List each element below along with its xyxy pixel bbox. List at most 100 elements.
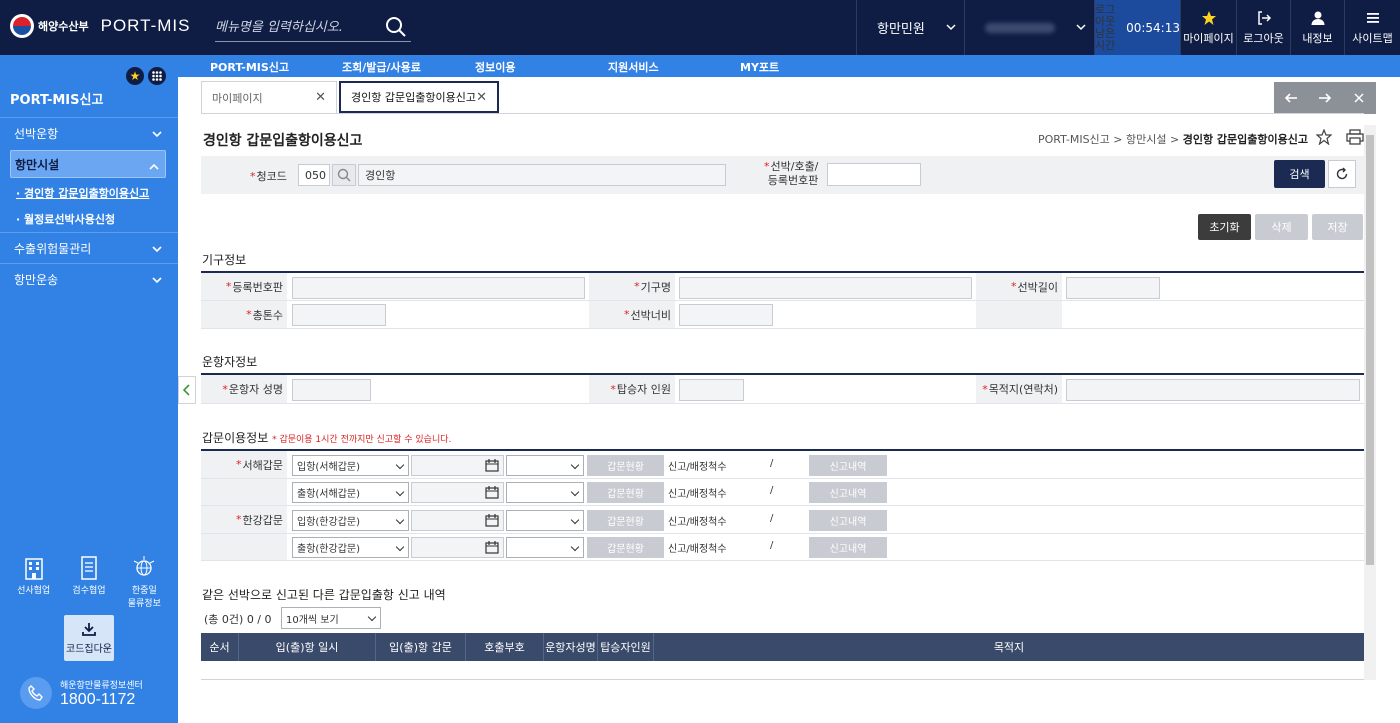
gate-time-select[interactable] [506, 510, 584, 531]
save-button[interactable]: 저장 [1312, 214, 1363, 240]
gate-time-select[interactable] [506, 455, 584, 476]
gate-time-select[interactable] [506, 537, 584, 558]
gnb-item-support[interactable]: 지원서비스 [608, 59, 659, 75]
tab-close-all-button[interactable] [1342, 82, 1376, 114]
office-search-button[interactable] [332, 164, 356, 186]
menu-search-input[interactable] [215, 20, 380, 35]
delete-button[interactable]: 삭제 [1255, 214, 1308, 240]
sidebar-subitem-monthly-fee[interactable]: · 월정료선박사용신청 [0, 206, 178, 232]
gate-type-select[interactable]: 출항(서해갑문) [292, 482, 409, 503]
report-history-button[interactable]: 신고내역 [809, 455, 887, 476]
col-operator[interactable]: 운항자성명 [544, 633, 598, 661]
gnb-item-myport[interactable]: MY포트 [740, 59, 779, 75]
col-order[interactable]: 순서 [201, 633, 239, 661]
sidebar-item-port-facility[interactable]: 항만시설 [10, 150, 166, 178]
gnb-item-info[interactable]: 정보이용 [475, 59, 515, 75]
scrollbar[interactable] [1364, 125, 1376, 680]
document-icon [81, 556, 97, 580]
quick-inspection-collab[interactable]: 검수협업 [64, 555, 114, 609]
gate-status-button[interactable]: 갑문현황 [587, 510, 664, 531]
col-destination[interactable]: 목적지 [654, 633, 1364, 661]
chevron-down-icon [1076, 24, 1086, 31]
operator-name-input[interactable] [292, 379, 371, 401]
code-download-button[interactable]: 코드집다운 [64, 615, 114, 661]
calendar-icon[interactable] [485, 540, 499, 554]
scrollbar-thumb[interactable] [1366, 135, 1374, 565]
sidebar-subitem-gate-report[interactable]: · 경인항 갑문입출항이용신고 [0, 180, 178, 206]
breadcrumb: PORT-MIS신고 > 항만시설 > 경인항 갑문입출항이용신고 [1038, 133, 1308, 146]
report-history-button[interactable]: 신고내역 [809, 482, 887, 503]
logout-button[interactable]: 로그아웃 [1236, 0, 1290, 55]
tab-mypage[interactable]: 마이페이지 ✕ [201, 81, 337, 113]
quick-shipping-collab[interactable]: 선사협업 [9, 555, 59, 609]
sidebar-title: PORT-MIS신고 [10, 93, 104, 108]
search-icon[interactable] [385, 16, 407, 38]
sidebar-collapse-button[interactable] [178, 376, 196, 404]
tab-prev-button[interactable] [1274, 82, 1308, 114]
service-select[interactable]: 항만민원 [856, 0, 964, 55]
table-bottom-line [201, 679, 1364, 680]
logo[interactable]: 해양수산부 PORT-MIS [10, 14, 190, 38]
col-passengers[interactable]: 탑승자인원 [598, 633, 654, 661]
office-code-input[interactable]: 050 [298, 164, 330, 186]
field-label-empty [201, 479, 287, 505]
logout-timer[interactable]: 로그아웃 남은시간 00:54:13 [1094, 0, 1180, 55]
close-icon[interactable]: ✕ [315, 90, 326, 105]
refresh-button[interactable] [1328, 160, 1356, 188]
gate-type-select[interactable]: 입항(서해갑문) [292, 455, 409, 476]
destination-input[interactable] [1066, 379, 1360, 401]
ship-number-label: *선박/호출/ 등록번호판 [764, 160, 819, 187]
calendar-icon[interactable] [485, 513, 499, 527]
sidebar-item-port-transport[interactable]: 항만운송 [0, 263, 178, 294]
close-icon [1354, 93, 1364, 103]
menu-search [215, 14, 411, 42]
favorite-star-icon[interactable]: ★ [126, 67, 144, 85]
calendar-icon[interactable] [485, 485, 499, 499]
field-label: * 선박너비 [589, 301, 675, 328]
user-select[interactable] [964, 0, 1094, 55]
gnb-item-portmis-report[interactable]: PORT-MIS신고 [210, 59, 289, 75]
field-label: * 총톤수 [201, 301, 287, 328]
close-icon[interactable]: ✕ [476, 90, 487, 105]
sidebar: ★ PORT-MIS신고 선박운항 항만시설 · 경인항 갑문입출항이용신고 ·… [0, 55, 178, 723]
report-count-slash: / [770, 485, 774, 496]
tab-gate-report[interactable]: 경인항 갑문입출항이용신고 ✕ [339, 81, 499, 113]
gate-type-select[interactable]: 입항(한강갑문) [292, 510, 409, 531]
gnb-item-inquiry[interactable]: 조회/발급/사용료 [342, 59, 421, 75]
user-select-value [985, 22, 1055, 33]
sidebar-item-dangerous-goods[interactable]: 수출위험물관리 [0, 232, 178, 263]
report-history-button[interactable]: 신고내역 [809, 537, 887, 558]
apps-grid-icon[interactable] [148, 67, 166, 85]
logout-timer-value: 00:54:13 [1126, 20, 1180, 35]
col-datetime[interactable]: 입(출)항 일시 [239, 633, 376, 661]
page-title: 경인항 갑문입출항이용신고 [203, 133, 363, 149]
report-count-slash: / [770, 513, 774, 524]
reset-button[interactable]: 초기화 [1198, 214, 1251, 240]
service-select-value: 항만민원 [877, 22, 925, 37]
search-button[interactable]: 검색 [1274, 160, 1325, 188]
gate-type-select[interactable]: 출항(한강갑문) [292, 537, 409, 558]
sitemap-button[interactable]: 사이트맵 [1344, 0, 1400, 55]
col-callsign[interactable]: 호출부호 [466, 633, 544, 661]
col-gate[interactable]: 입(출)항 갑문 [376, 633, 466, 661]
myinfo-button[interactable]: 내정보 [1290, 0, 1344, 55]
quick-cjk-logistics[interactable]: 한중일 물류정보 [119, 555, 169, 609]
calendar-icon[interactable] [485, 458, 499, 472]
office-name-field: 경인항 [358, 164, 726, 186]
sidebar-item-ship-operation[interactable]: 선박운항 [0, 117, 178, 148]
tab-next-button[interactable] [1308, 82, 1342, 114]
gate-status-button[interactable]: 갑문현황 [587, 455, 664, 476]
passenger-count-input[interactable] [679, 379, 744, 401]
gate-status-button[interactable]: 갑문현황 [587, 537, 664, 558]
mypage-button[interactable]: 마이페이지 [1180, 0, 1236, 55]
ministry-emblem-icon [10, 14, 34, 38]
gate-status-button[interactable]: 갑문현황 [587, 482, 664, 503]
print-icon[interactable] [1346, 129, 1364, 145]
report-count-label: 신고/배정척수 [668, 517, 727, 528]
bookmark-star-icon[interactable] [1316, 129, 1332, 145]
page-size-select[interactable]: 10개씩 보기 [281, 607, 381, 629]
ship-number-input[interactable] [827, 163, 921, 186]
report-history-button[interactable]: 신고내역 [809, 510, 887, 531]
top-bar: 해양수산부 PORT-MIS 항만민원 로그아웃 남은시간 00:54:13 마… [0, 0, 1400, 55]
gate-time-select[interactable] [506, 482, 584, 503]
